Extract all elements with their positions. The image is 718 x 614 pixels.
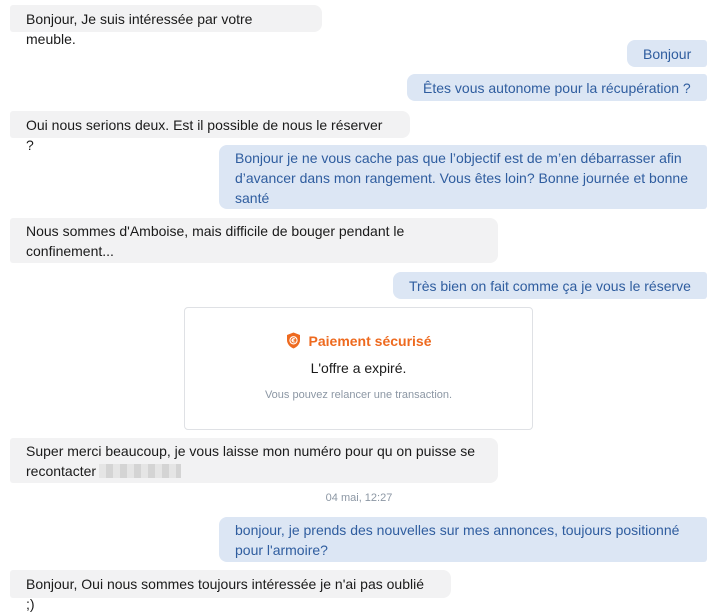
message-outgoing: Bonjour xyxy=(627,40,707,67)
shield-euro-icon: € xyxy=(286,332,300,349)
message-incoming: Bonjour, Oui nous sommes toujours intére… xyxy=(10,570,451,612)
message-incoming: Oui nous serions deux. Est il possible d… xyxy=(10,111,410,153)
message-incoming: Nous sommes d'Amboise, mais difficile de… xyxy=(10,218,498,263)
payment-card-subtitle: Vous pouvez relancer une transaction. xyxy=(264,389,453,401)
message-text: Êtes vous autonome pour la récupération … xyxy=(423,80,691,96)
redacted-phone-number xyxy=(99,464,182,478)
message-text: Bonjour, Oui nous sommes toujours intére… xyxy=(26,576,425,612)
message-text: Bonjour, Je suis intéressée par votre me… xyxy=(26,11,253,47)
message-incoming: Super merci beaucoup, je vous laisse mon… xyxy=(10,438,498,483)
payment-card-status: L'offre a expiré. xyxy=(310,360,407,376)
message-text: Bonjour xyxy=(643,46,692,62)
message-text: Nous sommes d'Amboise, mais difficile de… xyxy=(26,223,405,259)
payment-card-header: € Paiement sécurisé xyxy=(185,332,532,349)
message-timestamp: 04 mai, 12:27 xyxy=(325,492,393,504)
message-outgoing: Bonjour je ne vous cache pas que l’objec… xyxy=(219,145,707,209)
payment-card: € Paiement sécurisé L'offre a expiré. Vo… xyxy=(184,307,533,430)
message-text: bonjour, je prends des nouvelles sur mes… xyxy=(235,522,680,558)
message-text: Très bien on fait comme ça je vous le ré… xyxy=(409,278,691,294)
message-outgoing: Êtes vous autonome pour la récupération … xyxy=(407,74,707,101)
message-outgoing: Très bien on fait comme ça je vous le ré… xyxy=(393,272,707,299)
payment-card-title: Paiement sécurisé xyxy=(308,332,432,349)
message-incoming: Bonjour, Je suis intéressée par votre me… xyxy=(10,5,322,47)
message-text: Bonjour je ne vous cache pas que l’objec… xyxy=(235,150,688,206)
message-text: Super merci beaucoup, je vous laisse mon… xyxy=(26,443,476,479)
message-outgoing: bonjour, je prends des nouvelles sur mes… xyxy=(219,517,707,562)
svg-text:€: € xyxy=(290,337,295,344)
